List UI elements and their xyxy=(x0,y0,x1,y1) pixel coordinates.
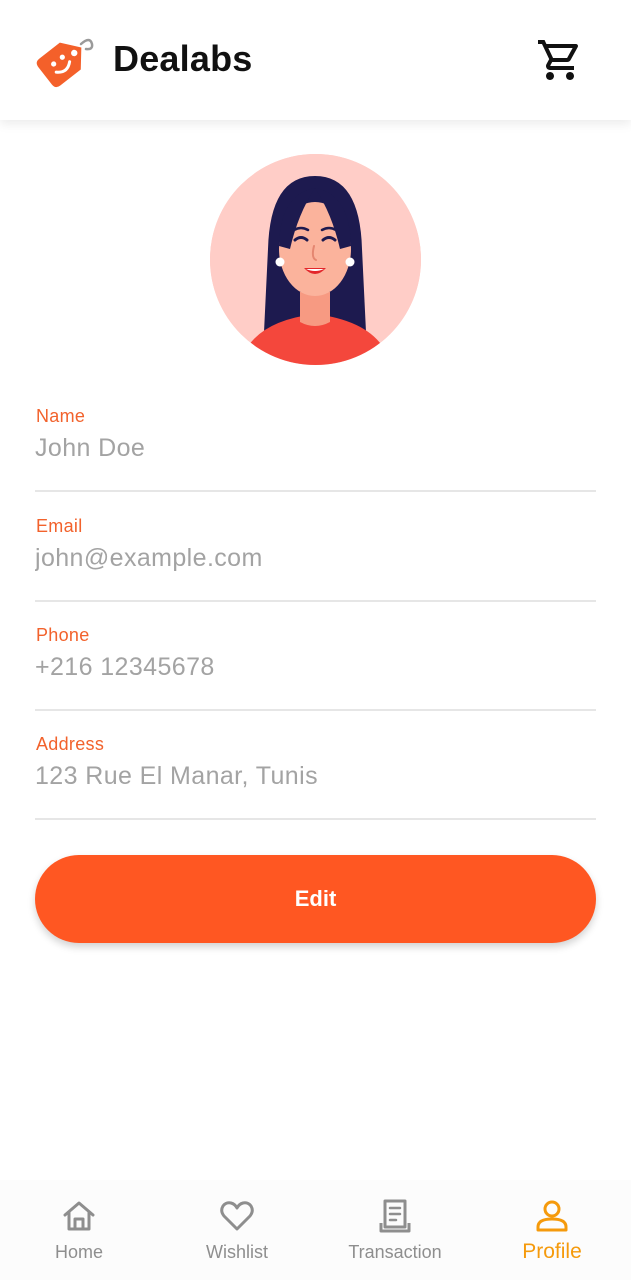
nav-label-wishlist: Wishlist xyxy=(206,1242,268,1262)
phone-label: Phone xyxy=(36,625,90,645)
email-input[interactable] xyxy=(35,544,596,573)
bottom-navigation: Home Wishlist Transaction Profile xyxy=(0,1180,631,1280)
address-field: Address xyxy=(35,734,596,820)
phone-input[interactable] xyxy=(35,653,596,682)
profile-avatar xyxy=(210,154,421,365)
app-screen: Dealabs Name John Doe Email john@example… xyxy=(0,0,631,1280)
nav-item-home[interactable]: Home xyxy=(0,1180,158,1280)
email-label: Email xyxy=(36,516,83,536)
home-icon xyxy=(60,1197,98,1235)
phone-field: Phone xyxy=(35,625,596,711)
nav-item-transaction[interactable]: Transaction xyxy=(316,1180,474,1280)
nav-item-profile[interactable]: Profile xyxy=(473,1180,631,1280)
name-input[interactable] xyxy=(35,434,596,463)
nav-label-transaction: Transaction xyxy=(348,1242,442,1262)
email-field: Email xyxy=(35,516,596,602)
name-field: Name xyxy=(35,406,596,492)
edit-button[interactable]: Edit xyxy=(35,855,596,943)
nav-label-profile: Profile xyxy=(522,1240,582,1263)
address-input[interactable] xyxy=(35,762,596,791)
receipt-icon xyxy=(376,1197,414,1235)
person-icon xyxy=(533,1197,571,1235)
address-label: Address xyxy=(36,734,105,754)
shopping-cart-icon[interactable] xyxy=(536,36,584,84)
price-tag-smile-icon xyxy=(32,30,96,92)
heart-icon xyxy=(218,1197,256,1235)
app-title: Dealabs xyxy=(113,38,253,79)
app-header: Dealabs xyxy=(0,0,631,120)
name-label: Name xyxy=(36,406,86,426)
nav-item-wishlist[interactable]: Wishlist xyxy=(158,1180,316,1280)
nav-label-home: Home xyxy=(54,1242,103,1262)
